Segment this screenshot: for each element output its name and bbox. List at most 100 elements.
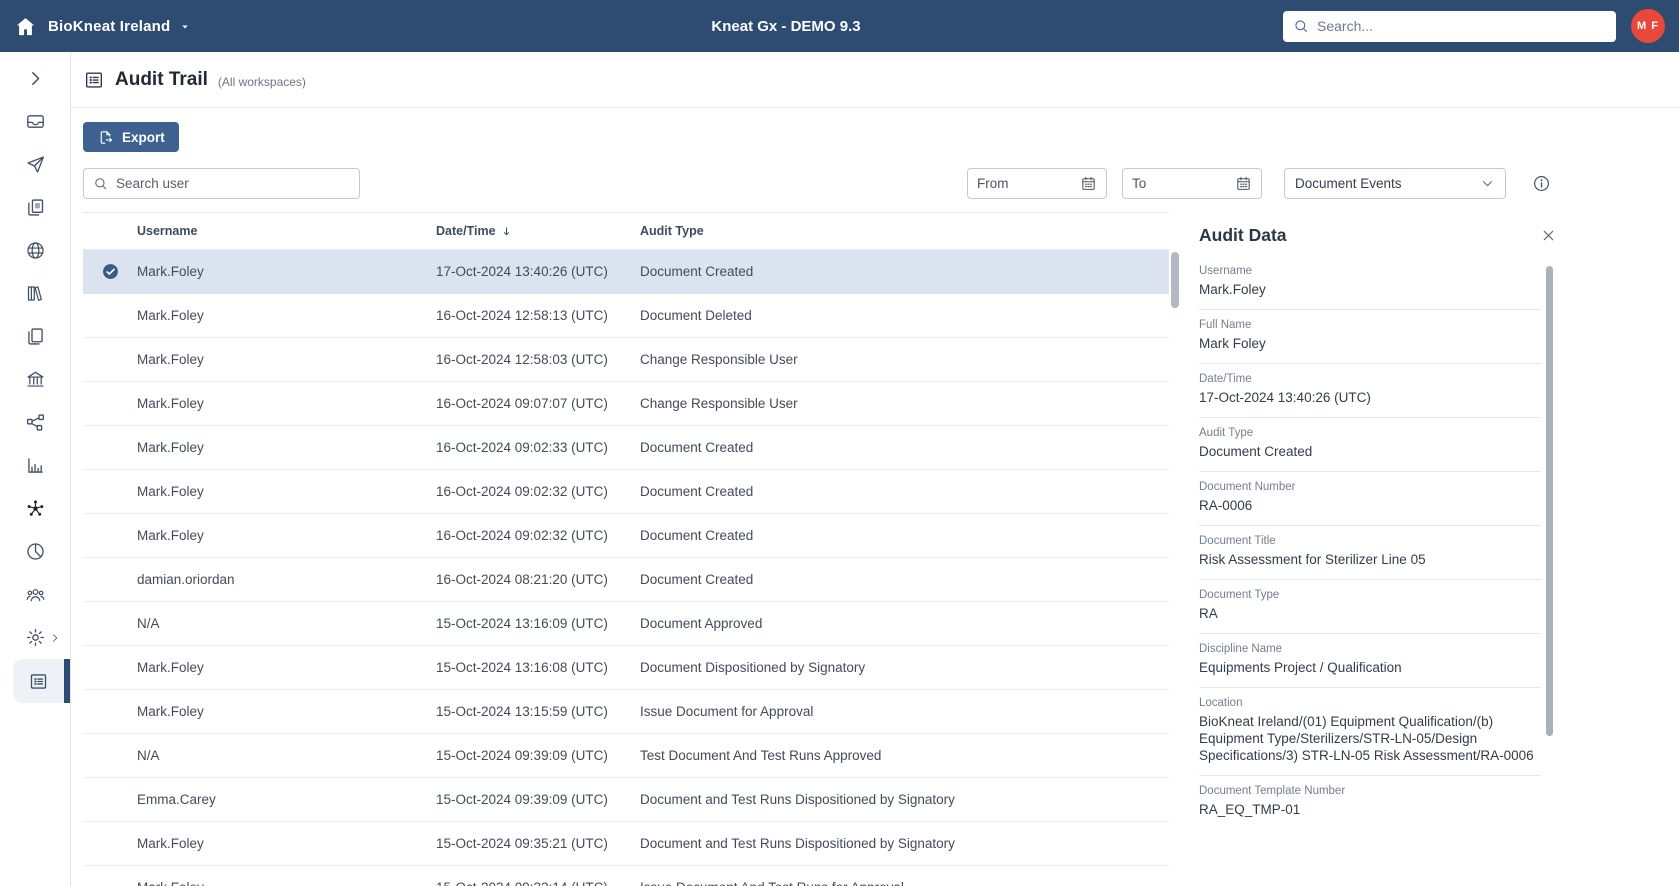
column-header-datetime[interactable]: Date/Time xyxy=(436,224,640,238)
chevron-right-icon xyxy=(49,632,61,644)
cell-username: Mark.Foley xyxy=(137,836,204,851)
cell-datetime: 16-Oct-2024 09:02:33 (UTC) xyxy=(436,440,608,455)
column-header-username[interactable]: Username xyxy=(137,224,436,238)
home-icon[interactable] xyxy=(14,15,37,38)
sidebar-item-global[interactable] xyxy=(0,229,70,272)
sidebar xyxy=(0,52,71,886)
table-row[interactable]: Mark.Foley 16-Oct-2024 12:58:13 (UTC) Docu… xyxy=(83,294,1169,338)
audit-list-icon xyxy=(28,671,49,692)
sidebar-item-pages[interactable] xyxy=(0,315,70,358)
sidebar-item-settings[interactable] xyxy=(0,616,70,659)
date-from-input[interactable] xyxy=(977,176,1080,191)
table-row[interactable]: Mark.Foley15-Oct-2024 09:33:14 (UTC)Issu… xyxy=(83,866,1169,886)
navbar-right: M F xyxy=(1283,9,1665,43)
panel-field: Location BioKneat Ireland/(01) Equipment … xyxy=(1199,688,1541,776)
panel-field: Audit Type Document Created xyxy=(1199,418,1541,472)
cell-audit-type: Document Created xyxy=(640,528,754,543)
cell-datetime: 16-Oct-2024 12:58:03 (UTC) xyxy=(436,352,608,367)
top-navbar: BioKneat Ireland Kneat Gx - DEMO 9.3 M F xyxy=(0,0,1679,52)
cell-username: Mark.Foley xyxy=(137,484,204,499)
column-header-audit-type[interactable]: Audit Type xyxy=(640,224,1169,238)
cell-username: Mark.Foley xyxy=(137,352,204,367)
workspace-name: BioKneat Ireland xyxy=(48,17,171,35)
pages-icon xyxy=(25,326,46,347)
row-select-cell xyxy=(83,263,137,280)
table-row[interactable]: Mark.Foley 15-Oct-2024 13:16:08 (UTC) Docu… xyxy=(83,646,1169,690)
panel-field-label: Username xyxy=(1199,265,1253,277)
cell-datetime: 15-Oct-2024 13:16:09 (UTC) xyxy=(436,616,608,631)
panel-field-value: RA-0006 xyxy=(1199,498,1253,513)
filter-bar: Document Events xyxy=(71,168,1679,199)
export-button[interactable]: Export xyxy=(83,122,179,152)
table-row[interactable]: Mark.Foley 16-Oct-2024 09:07:07 (UTC) Chan… xyxy=(83,382,1169,426)
sidebar-item-workflow[interactable] xyxy=(0,401,70,444)
cell-audit-type: Document Created xyxy=(640,484,754,499)
sidebar-item-reports[interactable] xyxy=(0,444,70,487)
event-type-select[interactable]: Document Events xyxy=(1284,168,1506,199)
panel-scrollbar-thumb[interactable] xyxy=(1546,266,1553,736)
chevron-right-icon xyxy=(25,68,46,89)
table-row[interactable]: Mark.Foley 15-Oct-2024 13:15:59 (UTC) Issu… xyxy=(83,690,1169,734)
cell-audit-type: Document Created xyxy=(640,440,754,455)
cell-audit-type: Document Dispositioned by Signatory xyxy=(640,660,866,675)
search-user-box xyxy=(83,168,360,199)
table-row[interactable]: Mark.Foley 16-Oct-2024 09:02:32 (UTC) Docu… xyxy=(83,514,1169,558)
panel-field-value: Mark Foley xyxy=(1199,336,1266,351)
bar-chart-icon xyxy=(25,455,46,476)
cell-audit-type: Document Approved xyxy=(640,616,763,631)
table-scrollbar-thumb[interactable] xyxy=(1171,252,1179,308)
sidebar-item-library[interactable] xyxy=(0,272,70,315)
table-row[interactable]: N/A 15-Oct-2024 09:39:09 (UTC) Test Docume… xyxy=(83,734,1169,778)
sidebar-item-users[interactable] xyxy=(0,573,70,616)
cell-audit-type: Change Responsible User xyxy=(640,352,798,367)
table-row[interactable]: Mark.Foley 16-Oct-2024 09:02:32 (UTC) Docu… xyxy=(83,470,1169,514)
panel-field: Document Number RA-0006 xyxy=(1199,472,1541,526)
table-row[interactable]: Mark.Foley 16-Oct-2024 09:02:33 (UTC) Docu… xyxy=(83,426,1169,470)
cell-datetime: 15-Oct-2024 09:39:09 (UTC) xyxy=(436,748,608,763)
cell-username: Mark.Foley xyxy=(137,880,436,886)
table-row[interactable]: Emma.Carey 15-Oct-2024 09:39:09 (UTC) Docu… xyxy=(83,778,1169,822)
panel-field: Date/Time 17-Oct-2024 13:40:26 (UTC) xyxy=(1199,364,1541,418)
workspace-switcher[interactable]: BioKneat Ireland xyxy=(14,15,191,38)
search-user-input[interactable] xyxy=(116,176,350,191)
cell-username: Mark.Foley xyxy=(137,660,204,675)
panel-field-label: Full Name xyxy=(1199,319,1252,331)
info-icon[interactable] xyxy=(1532,174,1551,193)
panel-field-label: Document Template Number xyxy=(1199,785,1346,797)
cell-datetime: 15-Oct-2024 13:16:08 (UTC) xyxy=(436,660,608,675)
panel-header: Audit Data xyxy=(1199,212,1563,256)
cell-username: damian.oriordan xyxy=(137,572,235,587)
table-row[interactable]: N/A 15-Oct-2024 13:16:09 (UTC) Document Ap… xyxy=(83,602,1169,646)
export-label: Export xyxy=(122,129,165,145)
panel-field: Document Template Number RA_EQ_TMP-01 xyxy=(1199,776,1541,829)
sidebar-item-network[interactable] xyxy=(0,487,70,530)
cell-audit-type: Document Created xyxy=(640,572,754,587)
panel-title: Audit Data xyxy=(1199,225,1287,245)
table-row[interactable]: Mark.Foley 16-Oct-2024 12:58:03 (UTC) Chan… xyxy=(83,338,1169,382)
sidebar-item-audit-trail[interactable] xyxy=(13,659,70,703)
table-row[interactable]: damian.oriordan 16-Oct-2024 08:21:20 (UTC… xyxy=(83,558,1169,602)
calendar-icon[interactable] xyxy=(1235,175,1252,192)
global-search-input[interactable] xyxy=(1317,18,1606,34)
close-icon[interactable] xyxy=(1540,227,1557,244)
user-avatar[interactable]: M F xyxy=(1631,9,1665,43)
calendar-icon[interactable] xyxy=(1080,175,1097,192)
sidebar-item-organization[interactable] xyxy=(0,358,70,401)
sidebar-item-documents[interactable] xyxy=(0,186,70,229)
page-title: Audit Trail xyxy=(115,68,208,90)
table-row[interactable]: Mark.Foley 15-Oct-2024 09:35:21 (UTC) Docu… xyxy=(83,822,1169,866)
sidebar-item-expand[interactable] xyxy=(0,57,70,100)
table-row[interactable]: Mark.Foley 17-Oct-2024 13:40:26 (UTC) Docu… xyxy=(83,250,1169,294)
panel-field-label: Audit Type xyxy=(1199,427,1254,439)
sidebar-item-analytics[interactable] xyxy=(0,530,70,573)
sidebar-item-inbox[interactable] xyxy=(0,100,70,143)
cell-datetime: 17-Oct-2024 13:40:26 (UTC) xyxy=(436,264,608,279)
date-to-input[interactable] xyxy=(1132,176,1235,191)
global-search xyxy=(1283,10,1616,42)
cell-datetime: 16-Oct-2024 09:02:32 (UTC) xyxy=(436,484,608,499)
table-scrollbar xyxy=(1171,250,1179,886)
panel-field: Full Name Mark Foley xyxy=(1199,310,1541,364)
panel-field-label: Date/Time xyxy=(1199,373,1252,385)
sidebar-item-send[interactable] xyxy=(0,143,70,186)
panel-field: Document Type RA xyxy=(1199,580,1541,634)
